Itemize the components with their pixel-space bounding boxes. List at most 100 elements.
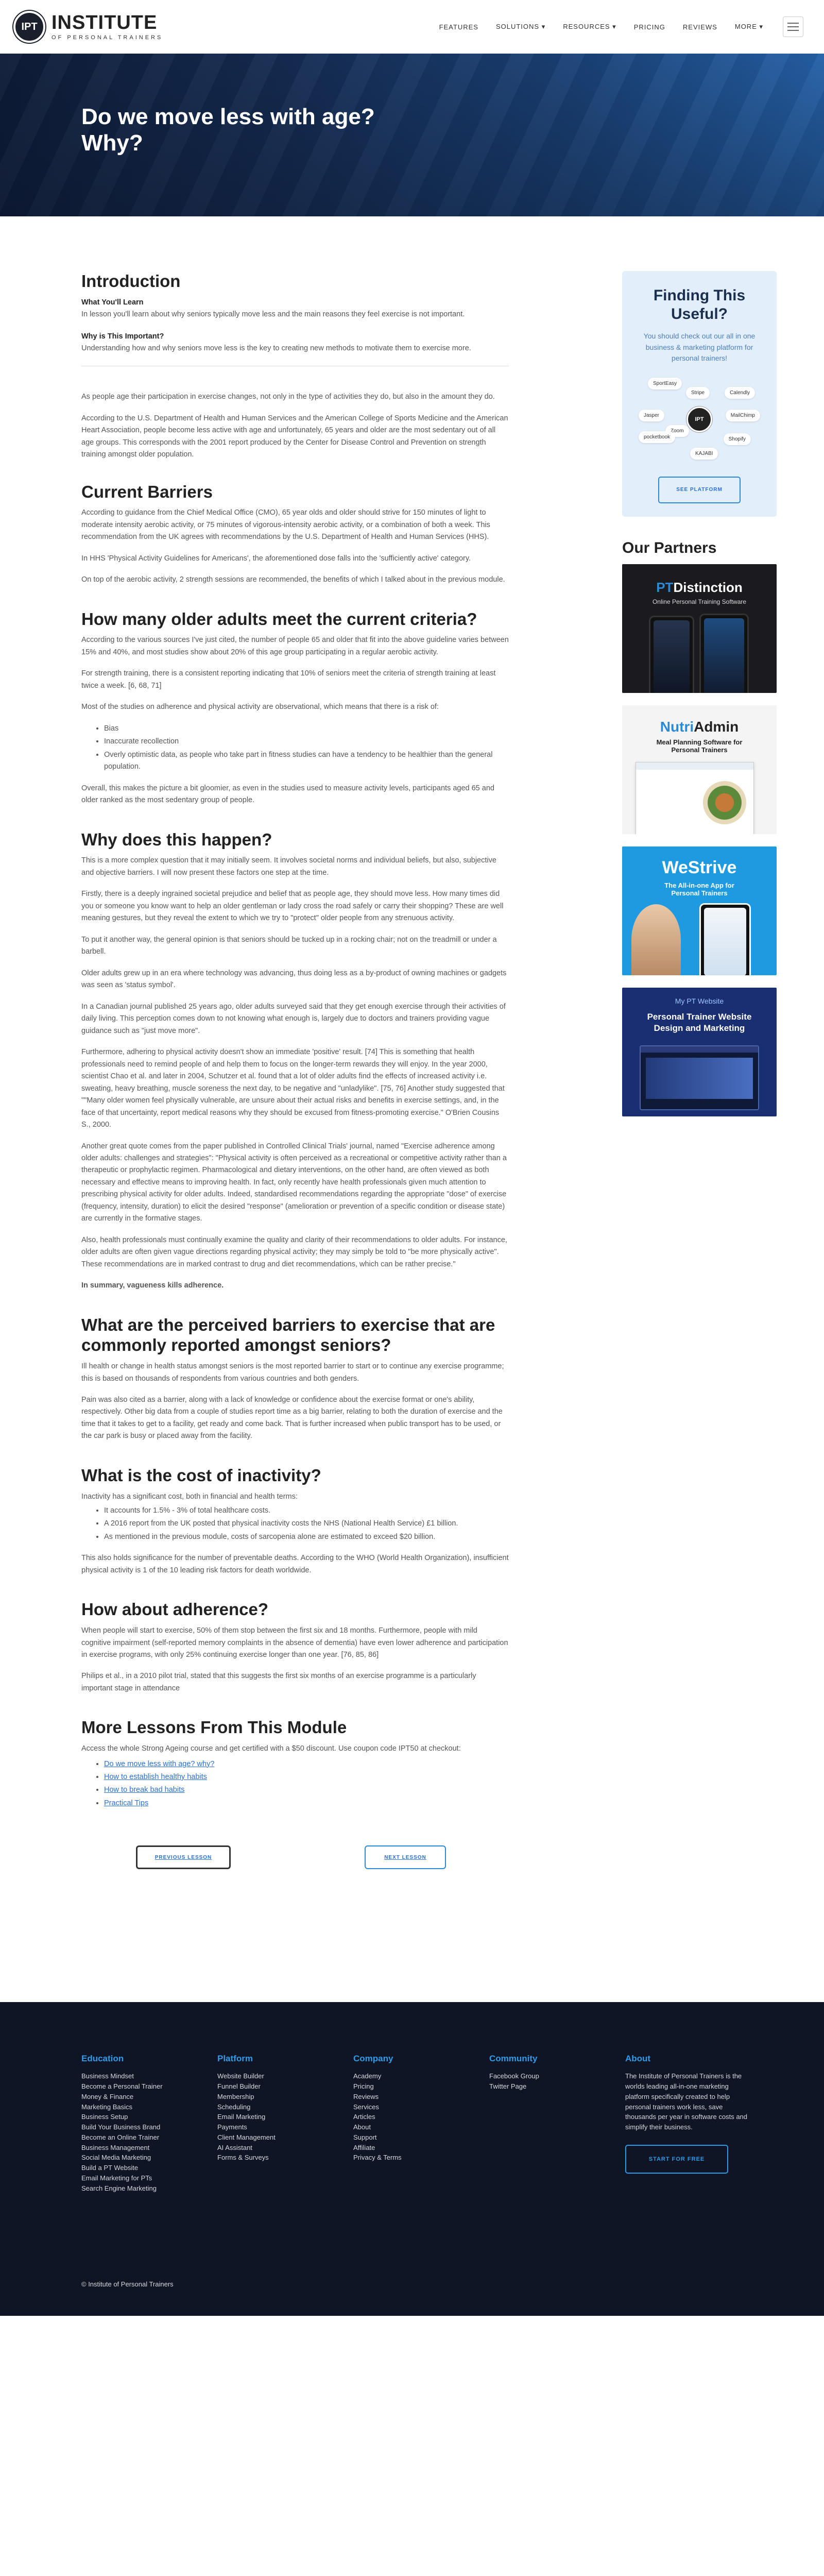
footer-link[interactable]: Scheduling [217,2102,353,2112]
see-platform-button[interactable]: SEE PLATFORM [658,477,741,504]
summary-callout: In summary, vagueness kills adherence. [81,1281,224,1290]
footer-link[interactable]: Become a Personal Trainer [81,2081,217,2092]
footer-link[interactable]: AI Assistant [217,2143,353,2153]
site-header: IPT INSTITUTE OF PERSONAL TRAINERS FEATU… [0,0,824,54]
footer-link[interactable]: Business Mindset [81,2071,217,2081]
logo-subtitle: OF PERSONAL TRAINERS [52,35,163,41]
footer-heading: Platform [217,2054,253,2064]
hero-banner: Do we move less with age? Why? [0,54,824,216]
nav-resources[interactable]: RESOURCES ▾ [563,23,616,31]
paragraph: To put it another way, the general opini… [81,935,497,956]
paragraph: On top of the aerobic activity, 2 streng… [81,575,505,584]
integration-logo: MailChimp [725,410,760,422]
footer-link[interactable]: Articles [353,2112,489,2122]
why-label: Why is This Important? [81,332,164,341]
footer-link[interactable]: Facebook Group [489,2071,625,2081]
cost-section: What is the cost of inactivity? Inactivi… [81,1465,509,1577]
footer-link[interactable]: Become an Online Trainer [81,2132,217,2143]
section-heading: Why does this happen? [81,829,272,849]
lesson-link[interactable]: Practical Tips [104,1799,148,1807]
paragraph: Older adults grew up in an era where tec… [81,969,507,990]
nav-pricing[interactable]: PRICING [634,23,665,31]
footer-link[interactable]: Business Management [81,2143,217,2153]
footer-link[interactable]: Client Management [217,2132,353,2143]
paragraph: As people age their participation in exe… [81,393,495,401]
lessons-section: More Lessons From This Module Access the… [81,1717,509,1870]
ad-subtitle: Meal Planning Software for Personal Trai… [656,738,743,754]
footer-link[interactable]: Support [353,2132,489,2143]
nav-features[interactable]: FEATURES [439,23,478,31]
article: Introduction What You'll Learn In lesson… [81,271,509,1870]
integration-logo: Calendly [725,387,755,399]
sidebar: Finding This Useful? You should check ou… [622,271,777,1869]
paragraph: Ill health or change in health status am… [81,1362,504,1383]
ad-title-part: Admin [694,719,739,735]
section-heading: What are the perceived barriers to exerc… [81,1315,495,1355]
paragraph: Access the whole Strong Ageing course an… [81,1744,461,1753]
nav-more[interactable]: MORE ▾ [735,23,763,31]
ad-title-part: PT [656,580,674,596]
footer-link[interactable]: Pricing [353,2081,489,2092]
previous-lesson-button[interactable]: PREVIOUS LESSON [136,1845,231,1870]
footer-link[interactable]: Build Your Business Brand [81,2122,217,2132]
footer-link[interactable]: Academy [353,2071,489,2081]
partner-ad-westrive[interactable]: WeStrive The All-in-one App for Personal… [622,846,777,976]
footer-link[interactable]: Social Media Marketing [81,2153,217,2163]
phone-image [699,614,749,693]
footer-col-company: Company Academy Pricing Reviews Services Art… [353,2054,489,2193]
footer-link[interactable]: Email Marketing [217,2112,353,2122]
partner-ad-myptwebsite[interactable]: My PT Website Personal Trainer Website D… [622,988,777,1117]
learn-text: In lesson you'll learn about why seniors… [81,310,465,318]
opening-section: As people age their participation in exe… [81,391,509,461]
nav-reviews[interactable]: REVIEWS [683,23,717,31]
footer-link[interactable]: Privacy & Terms [353,2153,489,2163]
lesson-link[interactable]: How to break bad habits [104,1786,184,1794]
footer-link[interactable]: Search Engine Marketing [81,2183,217,2194]
paragraph: When people will start to exercise, 50% … [81,1626,508,1659]
promo-title: Finding This Useful? [653,287,746,323]
paragraph: Furthermore, adhering to physical activi… [81,1048,505,1129]
footer-link[interactable]: Funnel Builder [217,2081,353,2092]
integration-logo: pocketbook [639,431,676,444]
partner-ad-ptdistinction[interactable]: PTDistinction Online Personal Training S… [622,564,777,693]
paragraph: Pain was also cited as a barrier, along … [81,1395,503,1440]
paragraph: Overall, this makes the picture a bit gl… [81,784,494,805]
footer-link[interactable]: Affiliate [353,2143,489,2153]
footer-link[interactable]: Business Setup [81,2112,217,2122]
integration-logo: SportEasy [648,378,682,390]
footer-link[interactable]: Reviews [353,2092,489,2102]
footer-link[interactable]: Services [353,2102,489,2112]
footer-link[interactable]: Email Marketing for PTs [81,2173,217,2183]
website-mockup [640,1045,759,1111]
footer-link[interactable]: Build a PT Website [81,2163,217,2173]
app-screenshot [636,762,754,835]
site-logo[interactable]: IPT INSTITUTE OF PERSONAL TRAINERS [13,11,163,43]
why-section: Why does this happen? This is a more com… [81,829,509,1292]
lesson-links: Do we move less with age? why? How to es… [104,1758,509,1810]
lesson-link[interactable]: How to establish healthy habits [104,1773,207,1781]
footer-columns: Education Business Mindset Become a Perso… [81,2054,824,2193]
footer-link[interactable]: Money & Finance [81,2092,217,2102]
list-item: It accounts for 1.5% - 3% of total healt… [104,1505,509,1517]
nav-solutions[interactable]: SOLUTIONS ▾ [496,23,545,31]
footer-link-list: Business Mindset Become a Personal Traine… [81,2071,217,2193]
paragraph: In a Canadian journal published 25 years… [81,1002,506,1035]
start-for-free-button[interactable]: START FOR FREE [625,2144,728,2174]
paragraph: Philips et al., in a 2010 pilot trial, s… [81,1672,476,1692]
footer-col-community: Community Facebook Group Twitter Page [489,2054,625,2193]
paragraph: In HHS 'Physical Activity Guidelines for… [81,554,471,563]
hamburger-menu-icon[interactable] [783,16,803,37]
footer-link[interactable]: Payments [217,2122,353,2132]
footer-link[interactable]: Marketing Basics [81,2102,217,2112]
partner-ad-nutriadmin[interactable]: NutriAdmin Meal Planning Software for Pe… [622,705,777,835]
footer-link[interactable]: Forms & Surveys [217,2153,353,2163]
next-lesson-button[interactable]: NEXT LESSON [365,1845,446,1870]
footer-link[interactable]: Membership [217,2092,353,2102]
footer-link[interactable]: Website Builder [217,2071,353,2081]
footer-link[interactable]: About [353,2122,489,2132]
intro-section: Introduction What You'll Learn In lesson… [81,271,509,367]
footer-link[interactable]: Twitter Page [489,2081,625,2092]
lesson-link[interactable]: Do we move less with age? why? [104,1760,214,1768]
phone-image [699,903,751,976]
paragraph: This is a more complex question that it … [81,856,496,877]
